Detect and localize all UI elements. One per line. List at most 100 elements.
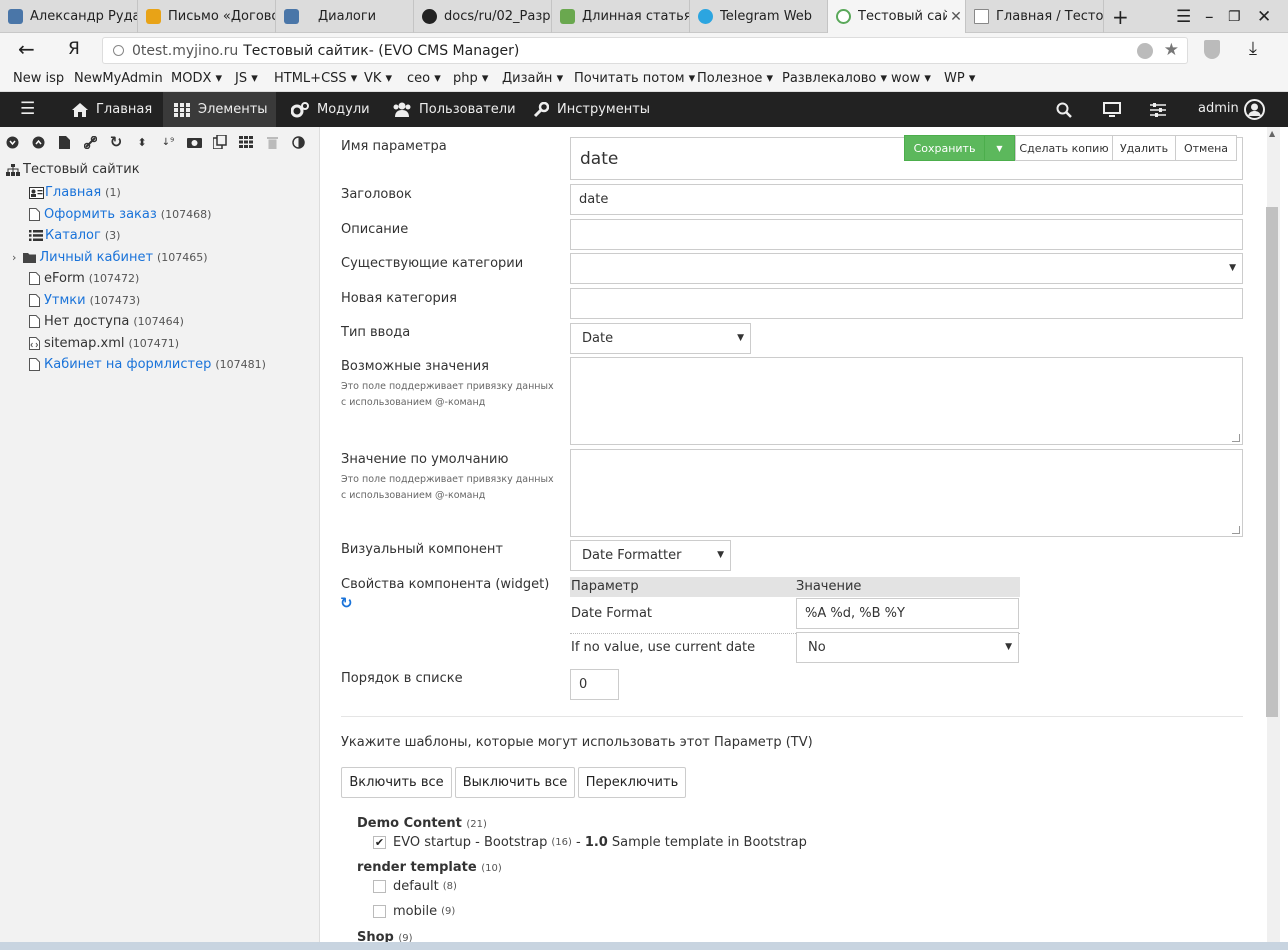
existing-categories-select[interactable]: ▼ — [570, 253, 1243, 284]
yandex-logo[interactable]: Я — [68, 39, 80, 59]
hamburger-icon[interactable]: ☰ — [20, 99, 35, 119]
download-icon[interactable]: ⤓ — [1249, 38, 1257, 59]
back-arrow-icon[interactable]: ← — [18, 37, 35, 61]
resize-grip-icon[interactable] — [1232, 434, 1240, 442]
browser-tab[interactable]: Главная / Тестов — [966, 0, 1104, 33]
minimize-icon[interactable]: – — [1205, 0, 1214, 33]
grid-view-icon[interactable] — [238, 134, 254, 150]
browser-tab[interactable]: Александр Рудаз — [0, 0, 138, 33]
new-category-input[interactable] — [570, 288, 1243, 319]
date-format-input[interactable]: %A %d, %B %Y — [796, 598, 1019, 629]
camera-icon[interactable] — [186, 134, 202, 150]
disable-all-button[interactable]: Выключить все — [455, 767, 575, 798]
bookmark-item[interactable]: MODX ▾ — [171, 71, 222, 86]
nav-home[interactable]: Главная — [60, 92, 164, 127]
bookmark-item[interactable]: New isp — [13, 71, 64, 86]
bookmark-item[interactable]: HTML+CSS ▾ — [274, 71, 357, 86]
scroll-up-arrow-icon[interactable]: ▲ — [1269, 129, 1275, 138]
sliders-icon[interactable] — [1150, 102, 1166, 118]
browser-tab-active[interactable]: Тестовый сайті✕ — [828, 0, 966, 33]
sort-order-icon[interactable]: ↓⁹ — [160, 134, 176, 150]
admin-username[interactable]: admin — [1198, 101, 1239, 116]
tree-item[interactable]: Кабинет на формлистер (107481) — [29, 354, 266, 375]
refresh-icon[interactable]: ↻ — [108, 133, 124, 151]
translate-icon[interactable] — [1137, 43, 1153, 59]
contrast-icon[interactable] — [290, 134, 306, 150]
template-checkbox-row[interactable]: mobile (9) — [373, 904, 455, 919]
widget-select[interactable]: Date Formatter ▼ — [570, 540, 731, 571]
files-icon[interactable] — [212, 134, 228, 150]
tree-item[interactable]: Нет доступа (107464) — [29, 311, 184, 332]
delete-button[interactable]: Удалить — [1112, 135, 1176, 161]
enable-all-button[interactable]: Включить все — [341, 767, 452, 798]
new-tab-icon[interactable]: + — [1112, 0, 1129, 33]
template-checkbox[interactable] — [373, 905, 386, 918]
bookmark-item[interactable]: Полезное ▾ — [697, 71, 773, 86]
nav-users[interactable]: Пользователи — [393, 92, 516, 127]
bookmark-item[interactable]: wow ▾ — [891, 71, 931, 86]
star-icon[interactable]: ★ — [1164, 40, 1179, 60]
url-field[interactable]: 0test.myjino.ru Тестовый сайтик- (EVO CM… — [102, 37, 1188, 64]
restore-icon[interactable]: ❐ — [1228, 0, 1241, 33]
info-icon[interactable] — [113, 45, 124, 56]
menu-icon[interactable]: ☰ — [1176, 0, 1191, 33]
browser-tab[interactable]: docs/ru/02_Разра — [414, 0, 552, 33]
template-checkbox[interactable] — [373, 880, 386, 893]
tree-item[interactable]: Оформить заказ (107468) — [29, 204, 211, 225]
browser-tab[interactable]: Диалоги — [276, 0, 414, 33]
order-input[interactable]: 0 — [570, 669, 619, 700]
tree-item[interactable]: Главная (1) — [29, 182, 121, 203]
template-checkbox-row[interactable]: default (8) — [373, 879, 457, 894]
bookmark-item[interactable]: ceo ▾ — [407, 71, 441, 86]
bookmark-item[interactable]: JS ▾ — [235, 71, 258, 86]
tree-item[interactable]: › Личный кабинет (107465) — [12, 247, 208, 268]
no-value-select[interactable]: No ▼ — [796, 632, 1019, 663]
toggle-button[interactable]: Переключить — [578, 767, 686, 798]
input-type-select[interactable]: Date ▼ — [570, 323, 751, 354]
expand-all-icon[interactable] — [4, 134, 20, 150]
new-weblink-icon[interactable] — [82, 134, 98, 150]
scrollbar-thumb[interactable] — [1266, 207, 1278, 717]
bookmark-item[interactable]: NewMyAdmin — [74, 71, 163, 86]
resize-grip-icon[interactable] — [1232, 526, 1240, 534]
tree-item[interactable]: Каталог (3) — [29, 225, 120, 246]
cancel-button[interactable]: Отмена — [1175, 135, 1237, 161]
bookmark-item[interactable]: WP ▾ — [944, 71, 975, 86]
sort-icon[interactable]: ⬍ — [134, 134, 150, 150]
save-button[interactable]: Сохранить — [904, 135, 985, 161]
collapse-all-icon[interactable] — [30, 134, 46, 150]
trash-icon[interactable] — [264, 134, 280, 150]
template-checkbox[interactable]: ✔ — [373, 836, 386, 849]
bookmark-item[interactable]: Дизайн ▾ — [502, 71, 563, 86]
tree-item[interactable]: eForm (107472) — [29, 268, 139, 289]
bookmark-item[interactable]: VK ▾ — [364, 71, 392, 86]
possible-values-textarea[interactable] — [570, 357, 1243, 445]
bookmark-item[interactable]: php ▾ — [453, 71, 488, 86]
search-icon[interactable] — [1056, 102, 1072, 118]
bookmark-item[interactable]: Почитать потом ▾ — [574, 71, 695, 86]
nav-tools[interactable]: Инструменты — [533, 92, 650, 127]
tree-root[interactable]: Тестовый сайтик — [6, 159, 140, 180]
refresh-icon[interactable]: ↻ — [340, 594, 353, 612]
close-tab-icon[interactable]: ✕ — [947, 9, 965, 25]
caption-input[interactable]: date — [570, 184, 1243, 215]
browser-tab[interactable]: Telegram Web — [690, 0, 828, 33]
description-input[interactable] — [570, 219, 1243, 250]
save-options-button[interactable]: ▼ — [984, 135, 1015, 161]
shield-icon[interactable] — [1204, 40, 1220, 59]
copy-button[interactable]: Сделать копию — [1015, 135, 1113, 161]
default-value-textarea[interactable] — [570, 449, 1243, 537]
browser-tab[interactable]: Письмо «Догово — [138, 0, 276, 33]
monitor-icon[interactable] — [1103, 102, 1121, 118]
new-document-icon[interactable] — [56, 134, 72, 150]
template-checkbox-row[interactable]: ✔ EVO startup - Bootstrap (16) - 1.0 Sam… — [373, 835, 807, 850]
nav-modules[interactable]: Модули — [291, 92, 370, 127]
tree-item[interactable]: sitemap.xml (107471) — [29, 333, 179, 354]
tree-item[interactable]: Утмки (107473) — [29, 290, 140, 311]
chevron-right-icon[interactable]: › — [12, 251, 16, 264]
user-avatar-icon[interactable] — [1244, 99, 1265, 120]
nav-elements[interactable]: Элементы — [163, 92, 276, 127]
bookmark-item[interactable]: Развлекалово ▾ — [782, 71, 887, 86]
close-window-icon[interactable]: ✕ — [1257, 0, 1271, 33]
browser-tab[interactable]: Длинная статья с — [552, 0, 690, 33]
